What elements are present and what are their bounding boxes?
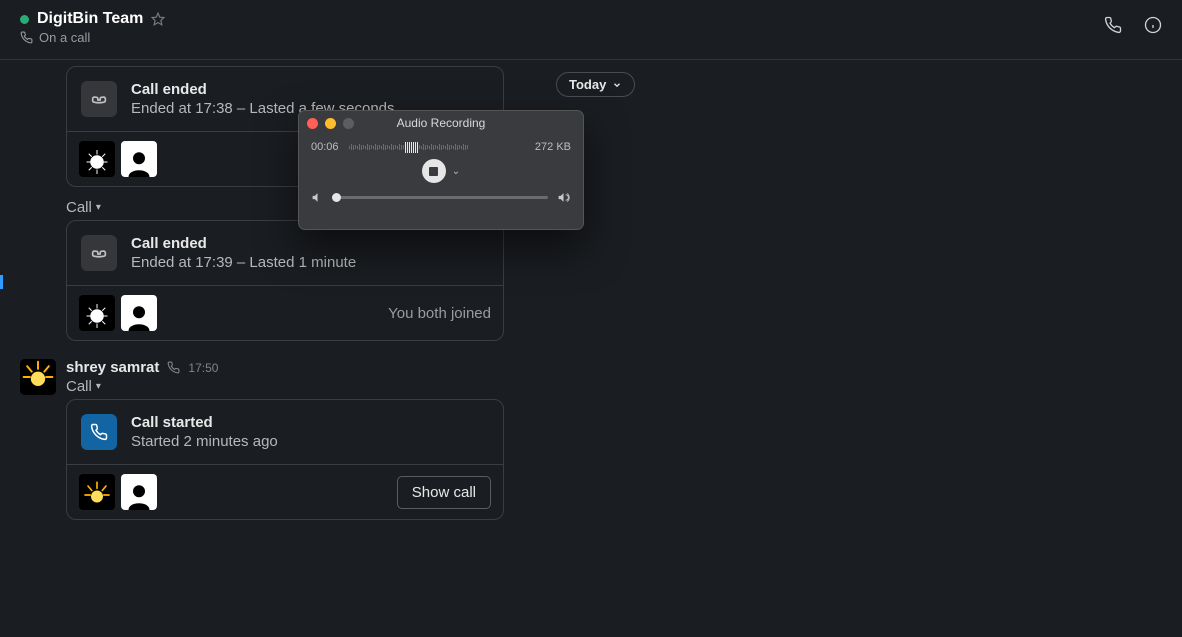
call-ended-icon (81, 235, 117, 271)
message-row: shrey samrat 17:50 Call ▾ (20, 359, 628, 520)
call-ended-icon (81, 81, 117, 117)
participant-avatar[interactable] (121, 474, 157, 510)
date-divider-today[interactable]: Today (556, 72, 635, 97)
window-titlebar[interactable]: Audio Recording (299, 111, 583, 135)
recording-size: 272 KB (535, 141, 571, 153)
call-card: Call started Started 2 minutes ago (66, 399, 504, 520)
message-time: 17:50 (188, 361, 218, 375)
call-subtitle: Ended at 17:39 – Lasted 1 minute (131, 254, 356, 271)
volume-high-icon (556, 191, 571, 204)
participant-avatar[interactable] (79, 295, 115, 331)
message-list: Call ended Ended at 17:38 – Lasted a few… (4, 60, 1182, 637)
window-title: Audio Recording (299, 116, 583, 130)
participant-avatar[interactable] (121, 141, 157, 177)
phone-icon (20, 31, 33, 44)
stop-icon (429, 167, 438, 176)
phone-icon (167, 361, 180, 374)
author-avatar[interactable] (20, 359, 56, 395)
selection-indicator (0, 275, 3, 289)
channel-header: DigitBin Team On a call (0, 0, 1182, 60)
star-icon[interactable] (151, 12, 165, 26)
audio-level-meter (349, 141, 525, 153)
presence-indicator (20, 15, 29, 24)
message-author[interactable]: shrey samrat (66, 359, 159, 376)
call-title: Call ended (131, 235, 356, 252)
chevron-down-icon: ▾ (96, 381, 101, 392)
minimize-icon[interactable] (325, 118, 336, 129)
call-icon[interactable] (1104, 16, 1122, 34)
call-subtitle: Started 2 minutes ago (131, 433, 278, 450)
call-card: Call ended Ended at 17:39 – Lasted 1 min… (66, 220, 504, 341)
chevron-down-icon (612, 80, 622, 90)
chevron-down-icon[interactable]: ⌄ (452, 166, 460, 177)
maximize-icon[interactable] (343, 118, 354, 129)
participant-avatar[interactable] (121, 295, 157, 331)
call-title: Call ended (131, 81, 395, 98)
volume-slider[interactable] (332, 196, 548, 199)
call-started-icon (81, 414, 117, 450)
call-title: Call started (131, 414, 278, 431)
channel-subtitle: On a call (39, 30, 90, 45)
audio-recorder-window[interactable]: Audio Recording 00:06 272 KB ⌄ (298, 110, 584, 230)
participant-avatar[interactable] (79, 474, 115, 510)
stop-button[interactable] (422, 159, 446, 183)
participants-note: You both joined (388, 305, 491, 322)
chevron-down-icon: ▾ (96, 202, 101, 213)
recording-time: 00:06 (311, 141, 339, 153)
volume-low-icon (311, 191, 324, 204)
info-icon[interactable] (1144, 16, 1162, 34)
show-call-button[interactable]: Show call (397, 476, 491, 509)
volume-knob[interactable] (332, 193, 341, 202)
call-label[interactable]: Call ▾ (66, 378, 628, 395)
participant-avatar[interactable] (79, 141, 115, 177)
date-divider-label: Today (569, 77, 606, 92)
close-icon[interactable] (307, 118, 318, 129)
channel-title[interactable]: DigitBin Team (37, 10, 143, 28)
